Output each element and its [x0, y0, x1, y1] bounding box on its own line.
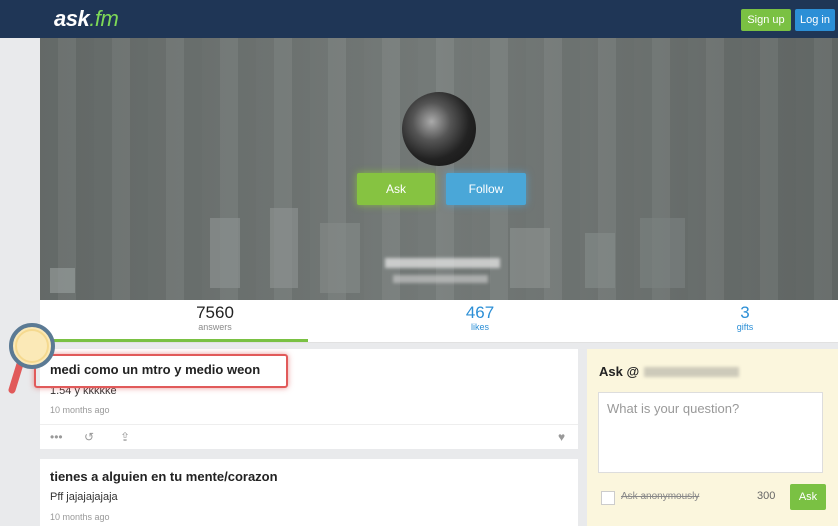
anonymous-checkbox[interactable] [601, 491, 615, 505]
active-tab-indicator [40, 339, 308, 342]
stat-gifts[interactable]: 3 gifts [690, 303, 800, 333]
gifts-count: 3 [740, 303, 750, 322]
question-input[interactable] [598, 392, 823, 473]
stat-likes[interactable]: 467 likes [425, 303, 535, 333]
ask-submit-button[interactable]: Ask [790, 484, 826, 510]
profile-stats: 7560 answers 467 likes 3 gifts [40, 300, 838, 343]
question-text[interactable]: tienes a alguien en tu mente/corazon [50, 469, 278, 484]
profile-name-blurred [385, 258, 500, 268]
answer-time[interactable]: 10 months ago [50, 512, 110, 522]
answer-text: Pff jajajajajaja [50, 491, 118, 503]
rewind-icon[interactable]: ↺ [84, 430, 94, 444]
question-highlight [34, 354, 288, 388]
profile-cover: Ask Follow [40, 38, 838, 300]
heart-icon[interactable]: ♥ [558, 430, 565, 444]
log-in-button[interactable]: Log in [795, 9, 835, 31]
anonymous-label[interactable]: Ask anonymously [621, 491, 699, 502]
profile-handle-blurred [393, 275, 488, 283]
more-icon[interactable]: ••• [50, 430, 63, 444]
share-icon[interactable]: ⇪ [120, 430, 130, 444]
askfm-logo[interactable]: ask.fm [54, 6, 119, 32]
ask-panel-title: Ask @ [599, 364, 640, 379]
top-bar: ask.fm Sign up Log in [0, 0, 838, 38]
ask-question-panel: Ask @ Ask anonymously 300 Ask [587, 349, 838, 526]
answer-actions: ••• ↺ ⇪ ♥ [40, 424, 578, 450]
answers-count: 7560 [196, 303, 234, 322]
answer-card: tienes a alguien en tu mente/corazon Pff… [40, 459, 578, 526]
char-count: 300 [757, 490, 776, 502]
magnifier-icon [8, 323, 55, 394]
stat-answers[interactable]: 7560 answers [160, 303, 270, 333]
likes-label: likes [470, 322, 489, 332]
ask-button[interactable]: Ask [357, 173, 435, 205]
answer-time[interactable]: 10 months ago [50, 405, 110, 415]
follow-button[interactable]: Follow [446, 173, 526, 205]
gifts-label: gifts [736, 322, 754, 332]
profile-avatar [402, 92, 476, 166]
ask-panel-handle-blurred [644, 367, 739, 377]
answers-label: answers [198, 322, 232, 332]
sign-up-button[interactable]: Sign up [741, 9, 791, 31]
likes-count: 467 [465, 303, 495, 322]
